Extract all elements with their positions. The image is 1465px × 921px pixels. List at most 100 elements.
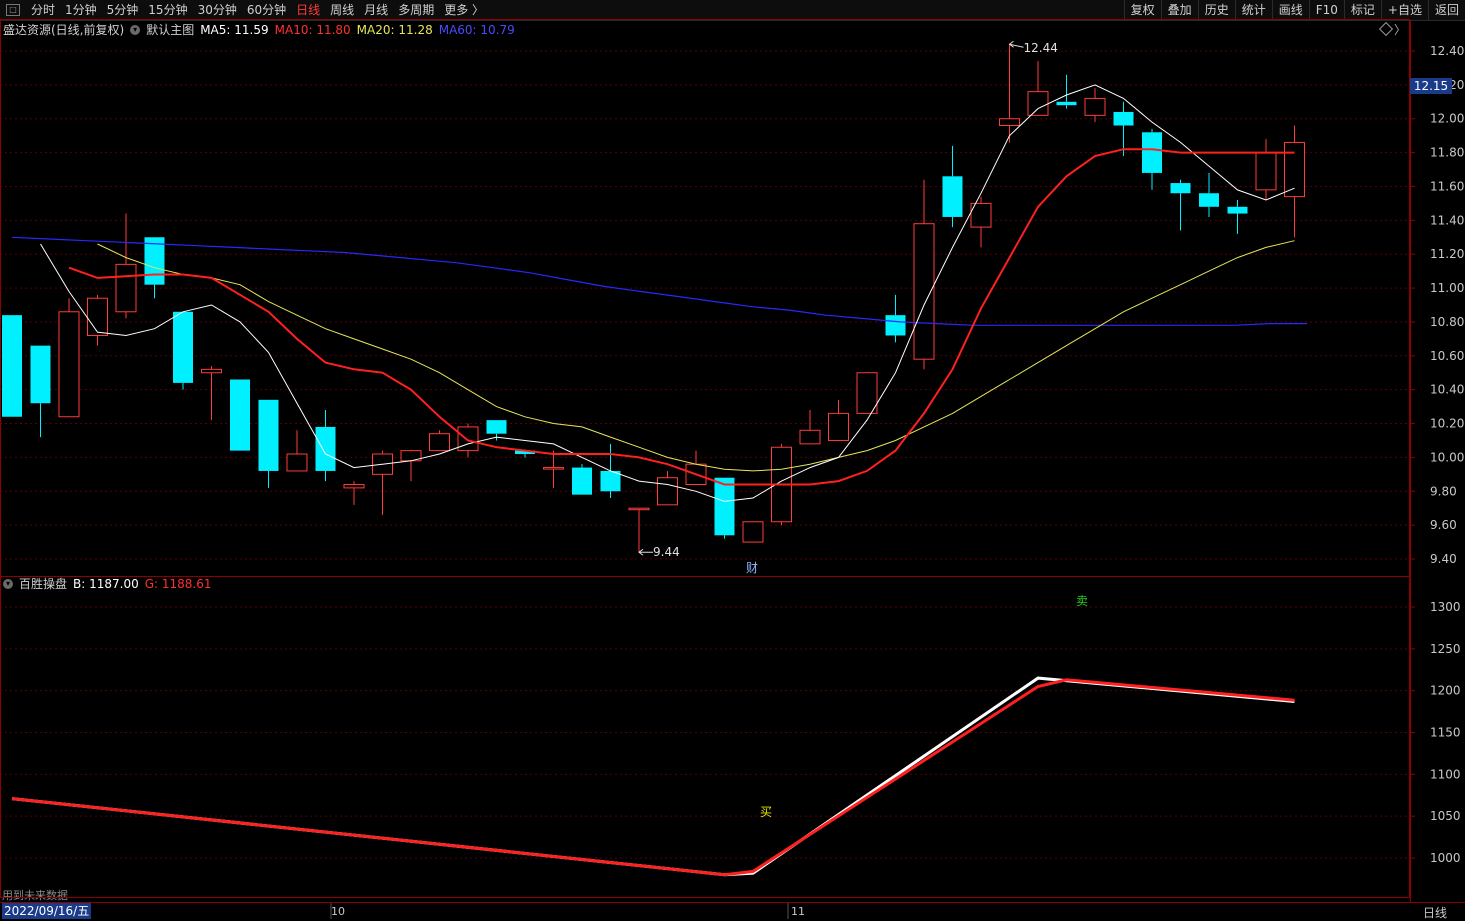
candle [543,450,564,488]
candle [343,481,365,505]
candle [1170,179,1191,231]
candle-body [714,477,735,536]
candle-body [628,507,650,511]
candle [400,450,422,482]
x-tick-oct: 10 [331,905,345,918]
sub-y-tick-label: 1300 [1430,600,1461,614]
y-tick-label: 11.40 [1430,213,1464,227]
y-tick-label: 11.80 [1430,146,1464,160]
candle-body [457,426,479,452]
sub-y-tick-label: 1250 [1430,642,1461,656]
sub-y-tick-label: 1150 [1430,726,1461,740]
candle [1056,74,1077,109]
sub-y-tick-label: 1050 [1430,809,1461,823]
y-tick-label: 9.80 [1430,484,1457,498]
candle [372,450,393,515]
candle-body [1056,101,1077,106]
candle [1227,200,1248,234]
candle-body [343,483,365,489]
candle [913,179,935,370]
y-tick-label: 12.40 [1430,44,1464,58]
candle-body [230,379,250,451]
candle [942,145,963,228]
candle [685,450,707,485]
candle-body [856,372,878,414]
candle-body [828,412,849,441]
candle-body [286,453,308,472]
candle [115,213,137,319]
candle-body [87,297,108,336]
candle [742,521,764,543]
candle-body [1255,152,1277,191]
sub-y-tick-label: 1200 [1430,684,1461,698]
b-line [11,676,1295,877]
candle [201,365,222,421]
candle [628,507,650,553]
x-tick-nov: 11 [791,905,805,918]
low-arrow [638,548,653,556]
candle [429,430,450,452]
candle-body [315,426,336,471]
candle-body [942,176,963,217]
candle-body [486,420,507,434]
candle [572,464,592,495]
y-tick-label: 12.00 [1430,112,1464,126]
y-tick-label: 10.80 [1430,315,1464,329]
candle [714,477,735,539]
candle [30,345,51,438]
candle-body [657,477,678,506]
candle [87,294,108,346]
period-mode[interactable]: 日线 [1423,904,1447,921]
candle [799,409,821,445]
candle [230,379,250,451]
candle [1142,128,1162,190]
candle-body [115,263,137,313]
candle-body [543,467,564,470]
candle [657,470,678,506]
low-label: 9.44 [653,545,680,559]
candle-body [173,311,193,383]
candle [315,409,336,482]
y-tick-label: 9.40 [1430,552,1457,566]
sub-y-tick-label: 1100 [1430,767,1461,781]
candle [258,399,279,488]
finance-report-marker: 财 [746,561,758,575]
candle [885,294,906,343]
chart-frame [0,19,1410,898]
y-tick-label: 10.40 [1430,383,1464,397]
y-tick-label: 9.60 [1430,518,1457,532]
current-price-badge: 12.15 [1410,78,1452,94]
buy-signal-label: 买 [760,805,772,819]
candle-body [1199,193,1219,207]
candle [58,298,80,418]
candle [1113,101,1134,156]
candle-body [429,433,450,452]
y-tick-label: 11.60 [1430,179,1464,193]
candle-body [999,118,1020,127]
y-tick-label: 11.00 [1430,281,1464,295]
chart-svg[interactable]: 12.449.44财 买卖 12.4012.2012.0011.8011.601… [0,0,1465,919]
candle [286,430,308,472]
candle-body [1142,132,1162,173]
candle-body [201,368,222,374]
sub-y-tick-label: 1000 [1430,851,1461,865]
y-tick-label: 10.20 [1430,417,1464,431]
candle [999,44,1020,143]
candle [1199,172,1219,217]
y-tick-label: 11.20 [1430,247,1464,261]
ma10-line [68,148,1295,486]
candle-body [1170,183,1191,194]
sell-signal-label: 卖 [1076,594,1088,608]
date-badge: 2022/09/16/五 [2,903,92,919]
candle [1084,88,1106,123]
candle [828,399,849,441]
ma60-line [11,236,1307,326]
ma5-line [40,84,1295,502]
candle [1027,61,1049,116]
candle-body [799,429,821,445]
candle-body [742,521,764,543]
candle-body [1084,97,1106,116]
candle-body [30,345,51,404]
candle [970,196,992,248]
candle-body [258,399,279,471]
